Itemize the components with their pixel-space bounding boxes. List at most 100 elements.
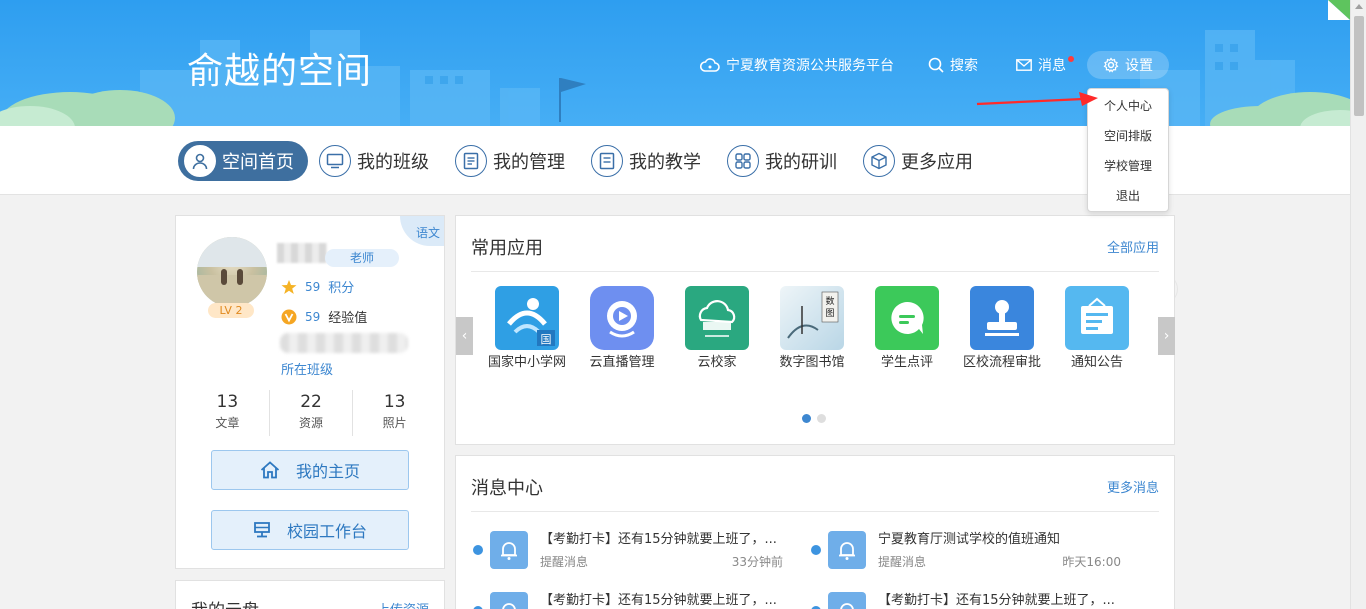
app-cloud-school-home-label: 云校家 — [697, 355, 737, 370]
search-button[interactable]: 搜索 — [928, 52, 978, 78]
message-item[interactable]: 【考勤打卡】还有15分钟就要上班了，... — [811, 592, 1121, 609]
upload-resource-link[interactable]: 上传资源 — [377, 599, 429, 609]
settings-label: 设置 — [1125, 58, 1153, 74]
cloud-disk-card: 我的云盘 上传资源 — [175, 580, 445, 609]
campus-workbench-label: 校园工作台 — [286, 522, 367, 541]
all-apps-link[interactable]: 全部应用 — [1107, 237, 1159, 256]
app-cloud-school-home[interactable]: 云校家 — [677, 286, 757, 372]
app-approval-process[interactable]: 区校流程审批 — [962, 286, 1042, 372]
app-digital-library[interactable]: 数图 数字图书馆 — [772, 286, 852, 372]
message-item[interactable]: 【考勤打卡】还有15分钟就要上班了，... 提醒消息 33分钟前 — [473, 531, 783, 575]
menu-item-logout[interactable]: 退出 — [1088, 181, 1168, 211]
site-title: 俞越的空间 — [187, 51, 373, 92]
unread-bullet — [473, 545, 483, 555]
menu-item-personal-center[interactable]: 个人中心 — [1088, 91, 1168, 121]
class-link[interactable]: 所在班级 — [281, 359, 333, 378]
app-national-school-label: 国家中小学网 — [487, 355, 566, 370]
points-stat: 59 积分 — [281, 277, 354, 296]
svg-text:数: 数 — [825, 295, 834, 307]
campus-workbench-button[interactable]: 校园工作台 — [211, 510, 409, 550]
app-student-review[interactable]: 学生点评 — [867, 286, 947, 372]
message-item[interactable]: 【考勤打卡】还有15分钟就要上班了，... — [473, 592, 783, 609]
school-info-redacted — [280, 333, 408, 353]
message-button[interactable]: 消息 — [1016, 52, 1066, 78]
v-badge-icon — [281, 309, 297, 324]
cloud-disk-title: 我的云盘 — [191, 596, 259, 609]
scroll-up-arrow-icon[interactable] — [1355, 4, 1363, 9]
message-title: 宁夏教育厅测试学校的值班通知 — [878, 532, 1061, 547]
user-name-redacted — [277, 243, 327, 263]
svg-text:图: 图 — [825, 308, 834, 319]
gear-icon — [1103, 57, 1119, 73]
document-icon — [455, 145, 487, 177]
menu-item-school-management[interactable]: 学校管理 — [1088, 151, 1168, 181]
my-homepage-button[interactable]: 我的主页 — [211, 450, 409, 490]
message-item[interactable]: 宁夏教育厅测试学校的值班通知 提醒消息 昨天16:00 — [811, 531, 1121, 575]
svg-text:国: 国 — [541, 333, 552, 346]
nav-my-training[interactable]: 我的研训 — [727, 141, 837, 181]
cube-icon — [863, 145, 895, 177]
live-play-icon — [590, 286, 654, 350]
exp-label: 经验值 — [328, 311, 368, 326]
cloud-icon — [700, 58, 720, 72]
exp-stat: 59 经验值 — [281, 307, 367, 326]
platform-link[interactable]: 宁夏教育资源公共服务平台 — [700, 52, 894, 78]
resources-count-label: 资源 — [299, 416, 324, 430]
nav-my-class[interactable]: 我的班级 — [319, 141, 429, 181]
common-apps-card: 常用应用 全部应用 ‹ › 国 国家中小学网 云直播管理 云校家 数图 数字图书… — [455, 215, 1175, 445]
national-school-icon: 国 — [495, 286, 559, 350]
bell-icon — [490, 592, 528, 609]
profile-counts: 13 文章 22 资源 13 照片 — [186, 390, 436, 436]
nav-more-apps[interactable]: 更多应用 — [863, 141, 973, 181]
nav-home[interactable]: 空间首页 — [178, 141, 308, 181]
annotation-arrow-icon — [976, 92, 1098, 106]
message-title: 【考勤打卡】还有15分钟就要上班了，... — [540, 532, 777, 547]
nav-my-teaching[interactable]: 我的教学 — [591, 141, 701, 181]
apps-page-dot-2[interactable] — [817, 414, 826, 423]
photos-count[interactable]: 13 照片 — [353, 390, 436, 436]
home-icon — [260, 461, 280, 479]
workbench-icon — [254, 522, 270, 538]
search-icon — [928, 57, 944, 73]
message-title: 【考勤打卡】还有15分钟就要上班了，... — [540, 593, 777, 608]
avatar[interactable] — [197, 237, 267, 307]
app-cloud-live[interactable]: 云直播管理 — [582, 286, 662, 372]
apps-next-arrow-icon[interactable]: › — [1158, 317, 1175, 355]
more-messages-link[interactable]: 更多消息 — [1107, 477, 1159, 496]
app-cloud-live-label: 云直播管理 — [589, 355, 655, 370]
chat-icon — [875, 286, 939, 350]
articles-count-label: 文章 — [215, 416, 240, 430]
nav-my-class-label: 我的班级 — [357, 152, 429, 173]
nav-my-training-label: 我的研训 — [765, 152, 837, 173]
bell-icon — [490, 531, 528, 569]
mail-icon — [1016, 59, 1032, 71]
articles-count[interactable]: 13 文章 — [186, 390, 270, 436]
vertical-scrollbar[interactable] — [1350, 0, 1366, 609]
nav-my-teaching-label: 我的教学 — [629, 152, 701, 173]
nav-my-management-label: 我的管理 — [493, 152, 565, 173]
resources-count[interactable]: 22 资源 — [270, 390, 354, 436]
message-type: 提醒消息 — [878, 555, 927, 569]
scroll-thumb[interactable] — [1354, 16, 1364, 116]
notice-icon — [1065, 286, 1129, 350]
photos-count-label: 照片 — [382, 416, 407, 430]
apps-prev-arrow-icon[interactable]: ‹ — [456, 317, 473, 355]
app-notice[interactable]: 通知公告 — [1057, 286, 1137, 372]
apps-title: 常用应用 — [471, 238, 543, 259]
library-icon: 数图 — [780, 286, 844, 350]
cloud-school-icon — [685, 286, 749, 350]
nav-my-management[interactable]: 我的管理 — [455, 141, 565, 181]
settings-button[interactable]: 设置 — [1087, 51, 1169, 79]
search-label: 搜索 — [950, 58, 978, 74]
role-badge: 老师 — [325, 249, 399, 267]
message-center-title: 消息中心 — [471, 478, 543, 499]
app-national-school[interactable]: 国 国家中小学网 — [487, 286, 567, 372]
menu-item-space-layout[interactable]: 空间排版 — [1088, 121, 1168, 151]
subject-tag: 语文 — [400, 216, 444, 246]
lesson-icon — [591, 145, 623, 177]
my-homepage-label: 我的主页 — [295, 462, 360, 481]
resources-count-value: 22 — [300, 392, 322, 412]
apps-page-dot-1[interactable] — [802, 414, 811, 423]
points-value: 59 — [305, 279, 321, 294]
message-center-card: 消息中心 更多消息 【考勤打卡】还有15分钟就要上班了，... 提醒消息 33分… — [455, 455, 1175, 609]
